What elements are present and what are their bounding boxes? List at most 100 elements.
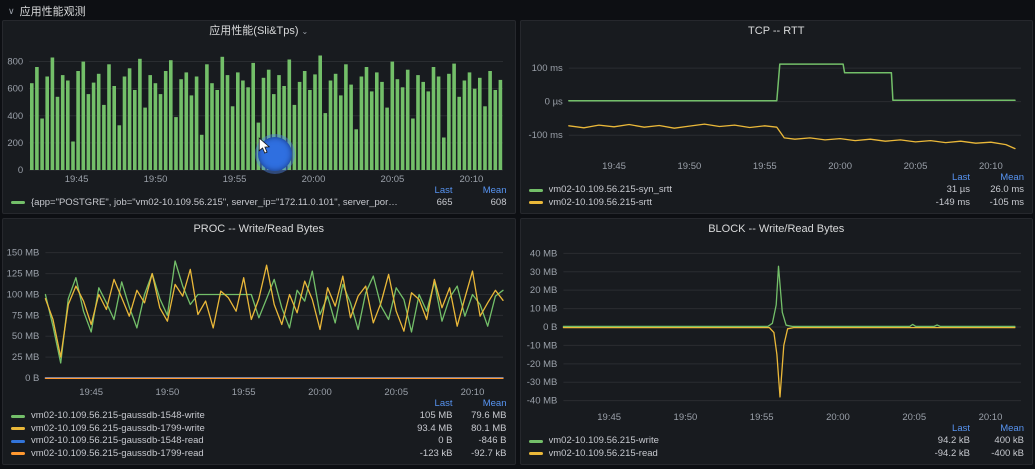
- svg-text:100 MB: 100 MB: [7, 289, 40, 300]
- legend-mean-value: 79.6 MB: [453, 410, 507, 423]
- legend-col-mean[interactable]: Mean: [970, 423, 1024, 435]
- svg-text:-30 MB: -30 MB: [526, 377, 557, 388]
- legend-item[interactable]: vm02-10.109.56.215-write 94.2 kB 400 kB: [529, 435, 1025, 448]
- svg-text:0 µs: 0 µs: [544, 97, 562, 108]
- panel-sli-tps: 应用性能(Sli&Tps)⌄ 020040060080019:4519:5019…: [2, 20, 516, 214]
- svg-text:800: 800: [7, 57, 23, 68]
- svg-text:20:05: 20:05: [902, 412, 926, 423]
- svg-text:19:45: 19:45: [602, 161, 626, 172]
- block-rw-line-chart[interactable]: -40 MB-30 MB-20 MB-10 MB0 B10 MB20 MB30 …: [521, 239, 1033, 423]
- legend-item[interactable]: vm02-10.109.56.215-gaussdb-1799-read -12…: [11, 448, 507, 461]
- legend-label[interactable]: vm02-10.109.56.215-gaussdb-1548-read: [31, 435, 399, 448]
- proc-rw-line-chart[interactable]: 0 B25 MB50 MB75 MB100 MB125 MB150 MB19:4…: [3, 239, 515, 398]
- panel-title-text: BLOCK -- Write/Read Bytes: [708, 223, 844, 235]
- svg-text:20:05: 20:05: [384, 387, 408, 398]
- svg-text:19:50: 19:50: [677, 161, 701, 172]
- series-swatch: [11, 415, 25, 418]
- series-swatch: [529, 452, 543, 455]
- cursor-highlight: [258, 137, 292, 171]
- legend-col-last[interactable]: Last: [916, 423, 970, 435]
- svg-text:19:50: 19:50: [673, 412, 697, 423]
- p1-legend: Last Mean {app="POSTGRE", job="vm02-10.1…: [3, 185, 515, 214]
- legend-label[interactable]: vm02-10.109.56.215-syn_srtt: [549, 184, 917, 197]
- panel-title[interactable]: TCP -- RTT: [521, 21, 1033, 41]
- svg-text:20:00: 20:00: [826, 412, 850, 423]
- legend-mean-value: -92.7 kB: [453, 448, 507, 461]
- legend-label[interactable]: vm02-10.109.56.215-gaussdb-1799-write: [31, 423, 399, 436]
- legend-col-last[interactable]: Last: [399, 185, 453, 197]
- legend-label[interactable]: vm02-10.109.56.215-gaussdb-1548-write: [31, 410, 399, 423]
- svg-text:-100 ms: -100 ms: [528, 130, 563, 141]
- panel-block-rw: BLOCK -- Write/Read Bytes -40 MB-30 MB-2…: [520, 218, 1034, 465]
- svg-text:150 MB: 150 MB: [7, 248, 40, 259]
- svg-text:600: 600: [7, 84, 23, 95]
- p3-legend: Last Mean vm02-10.109.56.215-gaussdb-154…: [3, 398, 515, 464]
- panel-grid: 应用性能(Sli&Tps)⌄ 020040060080019:4519:5019…: [2, 20, 1033, 465]
- legend-item[interactable]: vm02-10.109.56.215-gaussdb-1548-read 0 B…: [11, 435, 507, 448]
- legend-item[interactable]: vm02-10.109.56.215-read -94.2 kB -400 kB: [529, 448, 1025, 461]
- tcp-rtt-line-chart[interactable]: -100 ms0 µs100 ms19:4519:5019:5520:0020:…: [521, 41, 1033, 172]
- svg-text:19:50: 19:50: [144, 174, 168, 185]
- legend-mean-value: -400 kB: [970, 448, 1024, 461]
- chevron-down-icon: ∨: [8, 6, 15, 17]
- legend-label[interactable]: vm02-10.109.56.215-srtt: [549, 197, 917, 210]
- svg-text:19:45: 19:45: [79, 387, 103, 398]
- panel-title[interactable]: 应用性能(Sli&Tps)⌄: [3, 21, 515, 41]
- legend-col-last[interactable]: Last: [916, 172, 970, 184]
- legend-label[interactable]: {app="POSTGRE", job="vm02-10.109.56.215"…: [31, 197, 399, 210]
- legend-col-mean[interactable]: Mean: [453, 185, 507, 197]
- legend-label[interactable]: vm02-10.109.56.215-write: [549, 435, 917, 448]
- panel-title[interactable]: BLOCK -- Write/Read Bytes: [521, 219, 1033, 239]
- legend-mean-value: -846 B: [453, 435, 507, 448]
- svg-text:19:55: 19:55: [232, 387, 256, 398]
- legend-last-value: -94.2 kB: [916, 448, 970, 461]
- svg-text:100 ms: 100 ms: [531, 63, 562, 74]
- dashboard: ∨ 应用性能观测 应用性能(Sli&Tps)⌄ 020040060080019:…: [0, 0, 1035, 469]
- legend-item[interactable]: vm02-10.109.56.215-gaussdb-1799-write 93…: [11, 423, 507, 436]
- svg-text:20:10: 20:10: [460, 174, 484, 185]
- legend-label[interactable]: vm02-10.109.56.215-gaussdb-1799-read: [31, 448, 399, 461]
- svg-text:40 MB: 40 MB: [529, 248, 556, 259]
- legend-last-value: -149 ms: [916, 197, 970, 210]
- svg-text:20:00: 20:00: [828, 161, 852, 172]
- legend-last-value: 31 µs: [916, 184, 970, 197]
- legend-item[interactable]: vm02-10.109.56.215-syn_srtt 31 µs 26.0 m…: [529, 184, 1025, 197]
- sli-tps-bar-chart[interactable]: 020040060080019:4519:5019:5520:0020:0520…: [3, 41, 515, 185]
- svg-text:50 MB: 50 MB: [12, 331, 39, 342]
- svg-text:20:10: 20:10: [461, 387, 485, 398]
- legend-mean-value: 80.1 MB: [453, 423, 507, 436]
- legend-item[interactable]: vm02-10.109.56.215-gaussdb-1548-write 10…: [11, 410, 507, 423]
- svg-text:75 MB: 75 MB: [12, 310, 39, 321]
- svg-text:20:05: 20:05: [381, 174, 405, 185]
- svg-text:19:45: 19:45: [597, 412, 621, 423]
- svg-text:20:00: 20:00: [302, 174, 326, 185]
- svg-text:20:10: 20:10: [978, 412, 1002, 423]
- p4-legend: Last Mean vm02-10.109.56.215-write 94.2 …: [521, 423, 1033, 464]
- legend-last-value: 665: [399, 197, 453, 210]
- legend-col-mean[interactable]: Mean: [453, 398, 507, 410]
- panel-title-text: PROC -- Write/Read Bytes: [193, 223, 324, 235]
- svg-text:19:55: 19:55: [223, 174, 247, 185]
- legend-label[interactable]: vm02-10.109.56.215-read: [549, 448, 917, 461]
- svg-text:10 MB: 10 MB: [529, 304, 556, 315]
- svg-text:19:55: 19:55: [752, 161, 776, 172]
- legend-item[interactable]: vm02-10.109.56.215-srtt -149 ms -105 ms: [529, 197, 1025, 210]
- panel-title-text: 应用性能(Sli&Tps): [209, 25, 298, 37]
- legend-col-last[interactable]: Last: [399, 398, 453, 410]
- series-swatch: [11, 440, 25, 443]
- legend-last-value: 94.2 kB: [916, 435, 970, 448]
- row-collapse-header[interactable]: ∨ 应用性能观测: [2, 2, 1033, 20]
- legend-last-value: 93.4 MB: [399, 423, 453, 436]
- series-swatch: [529, 201, 543, 204]
- legend-item[interactable]: {app="POSTGRE", job="vm02-10.109.56.215"…: [11, 197, 507, 210]
- svg-text:19:55: 19:55: [749, 412, 773, 423]
- legend-last-value: 0 B: [399, 435, 453, 448]
- legend-last-value: 105 MB: [399, 410, 453, 423]
- panel-title[interactable]: PROC -- Write/Read Bytes: [3, 219, 515, 239]
- svg-text:0 B: 0 B: [25, 373, 39, 384]
- series-swatch: [11, 452, 25, 455]
- series-swatch: [11, 427, 25, 430]
- series-swatch: [11, 201, 25, 204]
- legend-mean-value: 608: [453, 197, 507, 210]
- legend-col-mean[interactable]: Mean: [970, 172, 1024, 184]
